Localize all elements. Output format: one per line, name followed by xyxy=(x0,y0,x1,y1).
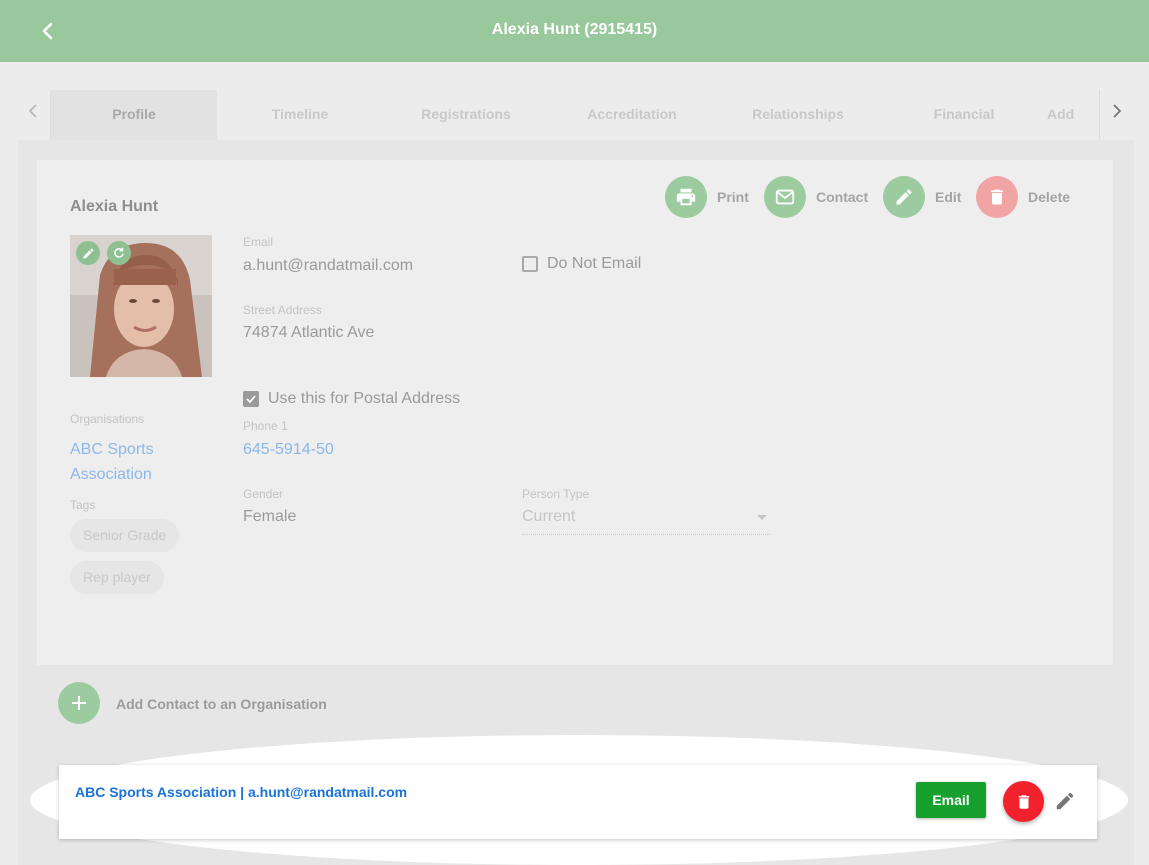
rotate-photo-button[interactable] xyxy=(107,241,131,265)
print-label: Print xyxy=(717,189,749,205)
delete-row-button[interactable] xyxy=(1003,781,1044,822)
tab-add[interactable]: Add xyxy=(1047,90,1099,140)
tab-scroll-left-icon[interactable] xyxy=(18,96,48,126)
add-contact-button[interactable] xyxy=(58,682,100,724)
organisation-name-line-2: Association xyxy=(70,466,152,483)
organisation-contact-link[interactable]: ABC Sports Association | a.hunt@randatma… xyxy=(75,784,407,800)
tag-chip[interactable]: Senior Grade xyxy=(70,519,180,552)
tag-chip[interactable]: Rep player xyxy=(70,561,164,594)
person-type-label: Person Type xyxy=(522,487,590,501)
page-title: Alexia Hunt (2915415) xyxy=(491,21,658,38)
phone-label: Phone 1 xyxy=(243,419,288,433)
tabs: Profile Timeline Registrations Accreditatio… xyxy=(50,90,1100,140)
person-type-value: Current xyxy=(522,508,576,525)
do-not-email-checkbox[interactable]: Do Not Email xyxy=(522,255,641,273)
edit-photo-button[interactable] xyxy=(76,241,100,265)
check-icon xyxy=(243,391,259,407)
trash-icon xyxy=(976,176,1018,218)
person-type-select[interactable]: Current xyxy=(522,506,770,535)
email-label: Email xyxy=(243,235,274,249)
edit-label: Edit xyxy=(935,189,962,205)
phone-link[interactable]: 645-5914-50 xyxy=(243,437,334,462)
contact-button[interactable]: Contact xyxy=(764,176,868,218)
checkbox-box xyxy=(522,256,538,272)
gender-label: Gender xyxy=(243,487,284,501)
email-button[interactable]: Email xyxy=(916,782,986,818)
organisations-label: Organisations xyxy=(70,412,145,426)
delete-button[interactable]: Delete xyxy=(976,176,1070,218)
street-address-label: Street Address xyxy=(243,303,322,317)
delete-label: Delete xyxy=(1028,189,1071,205)
contact-label: Contact xyxy=(816,189,869,205)
plus-icon xyxy=(72,696,86,710)
mail-icon xyxy=(764,176,806,218)
tab-accreditation[interactable]: Accreditation xyxy=(549,90,715,140)
tab-registrations[interactable]: Registrations xyxy=(383,90,549,140)
tab-scroll-right-icon[interactable] xyxy=(1102,96,1132,126)
organisation-link[interactable]: ABC Sports Association xyxy=(70,437,154,487)
tab-financial[interactable]: Financial xyxy=(881,90,1047,140)
organisation-name-line-1: ABC Sports xyxy=(70,441,154,458)
tags-label: Tags xyxy=(70,498,96,512)
tab-timeline[interactable]: Timeline xyxy=(217,90,383,140)
edit-row-pencil-icon[interactable] xyxy=(1054,790,1076,812)
tab-bar: Profile Timeline Registrations Accreditatio… xyxy=(0,82,1149,140)
trash-icon xyxy=(1018,794,1029,809)
dropdown-caret-icon xyxy=(757,515,767,520)
pencil-icon xyxy=(883,176,925,218)
postal-address-label: Use this for Postal Address xyxy=(268,390,461,407)
do-not-email-label: Do Not Email xyxy=(547,255,642,272)
gender-value: Female xyxy=(243,508,297,525)
email-value: a.hunt@randatmail.com xyxy=(243,257,414,274)
street-address-value: 74874 Atlantic Ave xyxy=(243,324,375,341)
tab-profile[interactable]: Profile xyxy=(51,90,217,140)
app-bar: Alexia Hunt (2915415) xyxy=(0,0,1149,62)
print-button[interactable]: Print xyxy=(665,176,749,218)
tab-relationships[interactable]: Relationships xyxy=(715,90,881,140)
print-icon xyxy=(665,176,707,218)
edit-button[interactable]: Edit xyxy=(883,176,961,218)
postal-address-checkbox[interactable]: Use this for Postal Address xyxy=(243,390,460,408)
contact-name: Alexia Hunt xyxy=(70,198,159,215)
add-contact-label: Add Contact to an Organisation xyxy=(116,696,327,712)
